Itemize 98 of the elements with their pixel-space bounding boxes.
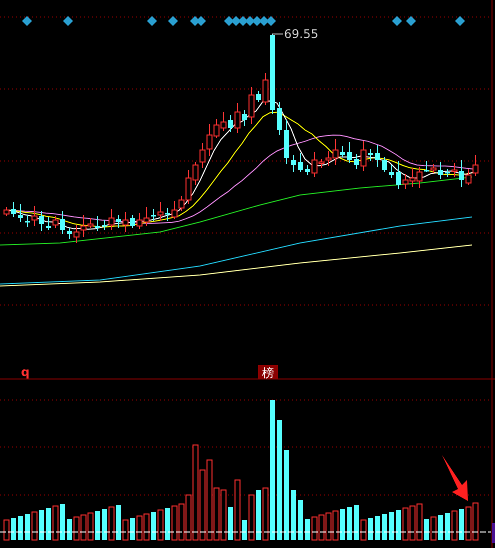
candlestick — [340, 146, 345, 158]
volume-bar — [291, 490, 296, 540]
scroll-marker — [492, 523, 495, 543]
candlestick — [452, 162, 458, 178]
volume-bar — [396, 510, 401, 540]
volume-bar — [305, 519, 310, 540]
volume-bar — [165, 508, 170, 540]
candlestick — [396, 160, 401, 190]
diamond-icon — [168, 16, 178, 26]
candlestick — [102, 220, 107, 230]
volume-bar — [4, 520, 10, 540]
candlestick — [459, 160, 464, 188]
volume-bar — [438, 515, 443, 540]
volume-bar — [424, 519, 429, 540]
volume-bar — [340, 509, 345, 540]
candlestick — [122, 212, 128, 232]
volume-bar — [151, 512, 156, 540]
volume-bar — [11, 518, 16, 540]
volume-bar — [368, 518, 373, 540]
candlestick — [11, 202, 16, 218]
volume-bar — [298, 500, 303, 540]
candlestick — [4, 206, 10, 216]
candlestick — [228, 114, 233, 132]
volume-bar — [234, 480, 240, 540]
candlestick — [375, 144, 380, 168]
volume-bar — [39, 510, 44, 540]
volume-bar — [130, 518, 135, 540]
volume-bar — [242, 520, 247, 540]
volume-bar — [158, 510, 164, 540]
price-high-label: 69.55 — [272, 27, 318, 41]
volume-bar — [354, 505, 359, 540]
candlestick — [438, 162, 443, 180]
candlestick — [18, 204, 23, 222]
candlestick — [298, 152, 303, 172]
candlestick — [291, 154, 296, 172]
volume-bar — [262, 488, 268, 540]
candlestick — [116, 214, 121, 228]
candlestick — [39, 210, 44, 232]
volume-bar — [389, 512, 394, 540]
volume-bar — [256, 490, 261, 540]
volume-bar — [360, 520, 366, 540]
candlestick — [151, 208, 156, 222]
candlestick — [368, 148, 373, 162]
volume-bar — [95, 511, 100, 540]
volume-bar — [116, 505, 121, 540]
candlestick — [284, 120, 289, 164]
volume-bar — [445, 513, 450, 540]
candlestick — [360, 140, 366, 172]
title-badge: 榜 — [258, 365, 278, 380]
candlestick — [46, 216, 51, 230]
volume-label: q — [21, 365, 30, 379]
volume-bar — [382, 514, 387, 540]
candlestick — [95, 216, 100, 232]
candlestick — [234, 102, 240, 134]
candlestick — [424, 160, 429, 172]
diamond-icon — [147, 16, 157, 26]
candlestick — [305, 164, 310, 176]
candlestick — [430, 164, 436, 174]
volume-bar — [102, 509, 107, 540]
candlestick — [130, 214, 135, 228]
candlestick — [277, 102, 282, 136]
candlestick — [445, 168, 450, 178]
volume-bar — [25, 514, 30, 540]
arrow-icon — [442, 455, 468, 501]
candlestick — [60, 210, 65, 234]
volume-bar — [347, 507, 352, 540]
diamond-icon — [22, 16, 32, 26]
candlestick — [389, 164, 394, 178]
volume-bar — [52, 506, 58, 540]
candlestick — [52, 216, 58, 228]
diamond-icon — [63, 16, 73, 26]
candlestick — [32, 206, 38, 226]
candlestick — [25, 214, 30, 228]
candlestick — [165, 208, 170, 222]
candlestick — [248, 86, 254, 124]
candlestick — [262, 72, 268, 106]
candlestick — [242, 110, 247, 126]
volume-bar — [67, 519, 72, 540]
candlestick — [108, 208, 114, 230]
volume-bar — [32, 512, 38, 540]
candlestick — [354, 154, 359, 170]
volume-bar — [248, 494, 254, 540]
volume-bar — [108, 506, 114, 540]
volume-bar — [60, 504, 65, 540]
candlestick — [382, 156, 387, 172]
candlestick — [347, 142, 352, 164]
volume-bar — [122, 520, 128, 540]
candlestick — [256, 90, 261, 102]
volume-bar — [228, 507, 233, 540]
volume-bar — [375, 516, 380, 540]
volume-bar — [46, 508, 51, 540]
volume-bar — [18, 516, 23, 540]
volume-bar — [430, 516, 436, 540]
candlestick — [158, 202, 164, 222]
candlestick — [67, 228, 72, 240]
volume-bar — [452, 510, 458, 540]
diamond-icon — [455, 16, 465, 26]
volume-bar — [459, 509, 464, 540]
